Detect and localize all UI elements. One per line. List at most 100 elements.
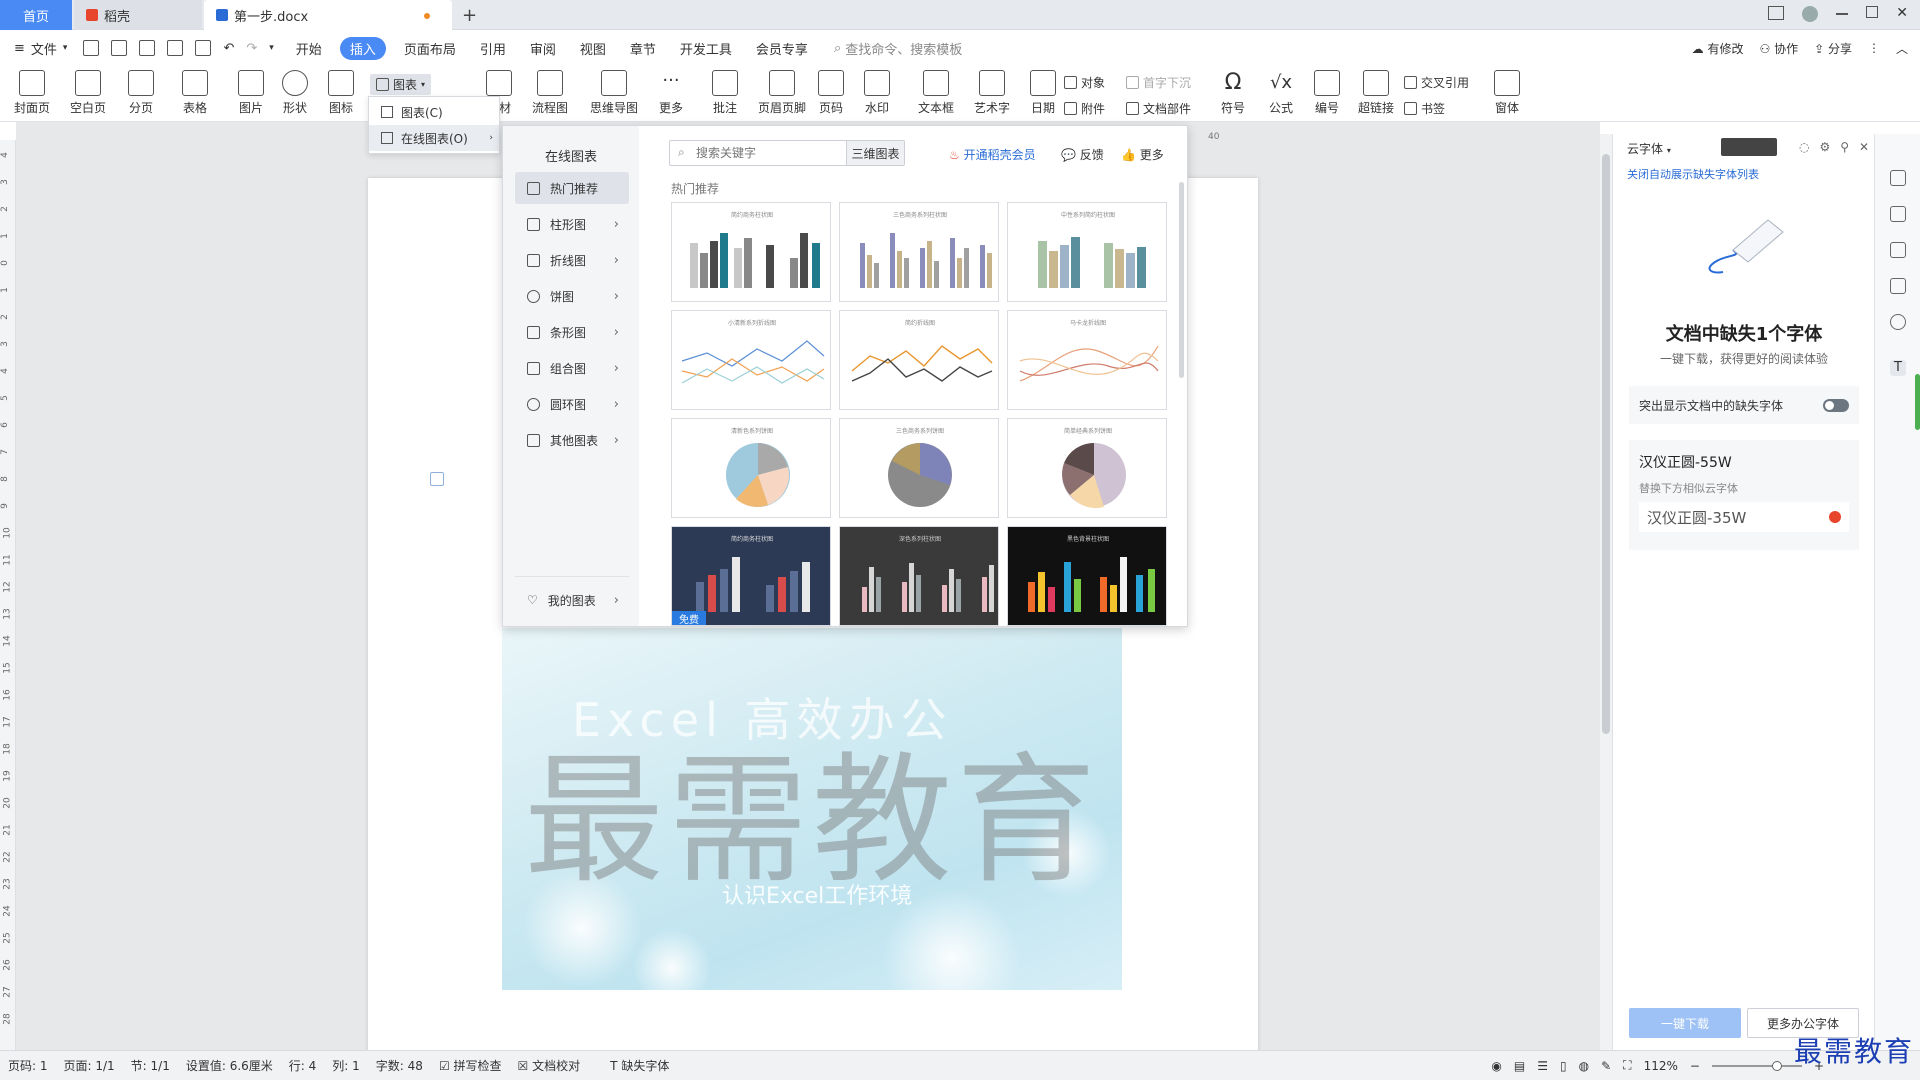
status-word-count[interactable]: 字数: 48 (368, 1057, 431, 1074)
collaborate-button[interactable]: ⚇ 协作 (1759, 40, 1798, 57)
menu-start[interactable]: 开始 (284, 39, 334, 58)
close-icon[interactable]: ✕ (1896, 6, 1908, 22)
category-bar[interactable]: 条形图 › (515, 316, 629, 348)
chart-template-thumbnail[interactable]: 中性系列简约柱状图 (1007, 202, 1167, 302)
panel-scrollbar[interactable] (1179, 182, 1184, 378)
document-scrollbar[interactable] (1600, 134, 1612, 1050)
status-setting-value[interactable]: 设置值: 6.6厘米 (178, 1057, 281, 1074)
bookmark-button[interactable]: 书签 (1404, 100, 1445, 117)
status-column[interactable]: 列: 1 (324, 1057, 368, 1074)
chart-template-thumbnail[interactable]: 马卡龙折线图 (1007, 310, 1167, 410)
category-pie[interactable]: 饼图 › (515, 280, 629, 312)
numbering-button[interactable]: 编号 (1314, 70, 1340, 116)
category-hot[interactable]: 热门推荐 (515, 172, 629, 204)
chart-template-thumbnail[interactable]: 简约商务柱状图 免费 (671, 526, 831, 626)
preview-icon[interactable] (195, 40, 212, 56)
watermark-button[interactable]: 水印 (864, 70, 890, 116)
close-icon[interactable]: ✕ (1859, 140, 1869, 154)
my-charts[interactable]: ♡ 我的图表 › (515, 584, 629, 616)
download-all-button[interactable]: 一键下载 (1629, 1008, 1741, 1038)
chart-template-thumbnail[interactable]: 简单经典系列饼图 (1007, 418, 1167, 518)
wordart-button[interactable]: 艺术字 (974, 70, 1010, 116)
doc-proofread-button[interactable]: ☒ 文档校对 (510, 1057, 589, 1074)
cover-image[interactable]: Excel 高效办公 最需教育 认识Excel工作环境 (502, 628, 1122, 990)
more-vertical-icon[interactable]: ⋮ (1868, 41, 1880, 55)
menu-section[interactable]: 章节 (618, 39, 668, 58)
gear-icon[interactable]: ⚙ (1819, 140, 1830, 154)
menu-page-layout[interactable]: 页面布局 (392, 39, 468, 58)
tab-home[interactable]: 首页 (0, 0, 72, 30)
tab-document[interactable]: 第一步.docx (204, 0, 452, 30)
replacement-font-option[interactable]: 汉仪正圆-35W (1639, 502, 1849, 532)
form-button[interactable]: 窗体 (1494, 70, 1520, 116)
sliders-icon[interactable] (1890, 278, 1906, 294)
feedback-button[interactable]: 💬 反馈 (1061, 146, 1104, 163)
scrollbar-thumb[interactable] (1602, 154, 1610, 734)
chart-button[interactable]: 图表 ▾ (370, 74, 432, 95)
share-button[interactable]: ⇪ 分享 (1814, 40, 1852, 57)
status-section[interactable]: 节: 1/1 (123, 1057, 178, 1074)
chart-template-thumbnail[interactable]: 三色商务系列柱状图 (839, 202, 999, 302)
mindmap-button[interactable]: 思维导图 (590, 70, 638, 116)
category-other[interactable]: 其他图表 › (515, 424, 629, 456)
new-doc-icon[interactable] (83, 40, 100, 56)
tab-daoke[interactable]: 稻壳 (74, 0, 202, 30)
date-button[interactable]: 日期 (1030, 70, 1056, 116)
drop-cap-button[interactable]: 首字下沉 (1126, 74, 1191, 91)
minimize-icon[interactable] (1836, 13, 1849, 15)
panel-more-button[interactable]: 👍 更多 (1121, 146, 1164, 163)
category-combo[interactable]: 组合图 › (515, 352, 629, 384)
doc-parts-button[interactable]: 文档部件 (1126, 100, 1191, 117)
hyperlink-button[interactable]: 超链接 (1358, 70, 1394, 116)
header-footer-button[interactable]: 页眉页脚 (758, 70, 806, 116)
vip-button[interactable]: ♨ 开通稻壳会员 (949, 146, 1036, 163)
cross-reference-button[interactable]: 交叉引用 (1404, 74, 1469, 91)
pin-icon[interactable]: ⚲ (1840, 140, 1849, 154)
eye-icon[interactable]: ◉ (1491, 1059, 1501, 1073)
menu-view[interactable]: 视图 (568, 39, 618, 58)
picture-button[interactable]: 图片 (238, 70, 264, 116)
cover-page-button[interactable]: 封面页 (14, 70, 50, 116)
help-icon[interactable] (1890, 314, 1906, 330)
menu-developer[interactable]: 开发工具 (668, 39, 744, 58)
menu-member[interactable]: 会员专享 (744, 39, 820, 58)
avatar[interactable] (1802, 6, 1819, 22)
page-view-icon[interactable]: ▤ (1514, 1059, 1525, 1073)
new-tab-button[interactable]: + (462, 5, 477, 26)
chart-template-thumbnail[interactable]: 简约商务柱状图 (671, 202, 831, 302)
chart-template-thumbnail[interactable]: 清新色系列饼图 (671, 418, 831, 518)
page-number-button[interactable]: 页码 (818, 70, 844, 116)
command-search[interactable]: ⌕ 查找命令、搜索模板 (834, 39, 962, 58)
zoom-level[interactable]: 112% (1644, 1059, 1678, 1073)
layout-icon[interactable] (1768, 6, 1785, 20)
highlight-missing-toggle[interactable] (1823, 398, 1849, 412)
shape-button[interactable]: 形状 (282, 70, 308, 116)
sogou-ime-badge[interactable] (1721, 138, 1777, 156)
cloud-font-header[interactable]: 云字体 ▾ (1627, 140, 1671, 157)
save-icon[interactable] (111, 40, 128, 56)
menu-item-online-chart[interactable]: 在线图表(O) › (369, 125, 499, 151)
zoom-slider[interactable] (1711, 1060, 1802, 1071)
pen-icon[interactable] (1890, 206, 1906, 222)
zoom-out-icon[interactable]: − (1690, 1059, 1700, 1073)
collapse-ribbon-icon[interactable]: ︿ (1896, 40, 1908, 57)
has-changes-button[interactable]: ☁ 有修改 (1692, 40, 1744, 57)
chart-template-thumbnail[interactable]: 小清新系列折线图 (671, 310, 831, 410)
symbol-button[interactable]: Ω 符号 (1220, 70, 1246, 116)
customize-icon[interactable]: ▾ (269, 43, 274, 53)
table-button[interactable]: 表格 (182, 70, 208, 116)
print-icon[interactable] (167, 40, 184, 56)
edit-pen-icon[interactable]: ✎ (1601, 1059, 1611, 1073)
chat-icon[interactable]: ◌ (1799, 140, 1809, 154)
status-page[interactable]: 页面: 1/1 (56, 1057, 123, 1074)
comment-button[interactable]: 批注 (712, 70, 738, 116)
three-d-chart-button[interactable]: 三维图表 (846, 141, 904, 165)
file-menu[interactable]: ≡ 文件 ▾ (0, 39, 77, 58)
object-button[interactable]: 对象 (1064, 74, 1105, 91)
textbox-button[interactable]: 文本框 (918, 70, 954, 116)
outline-view-icon[interactable]: ☰ (1537, 1059, 1548, 1073)
flowchart-button[interactable]: 流程图 (532, 70, 568, 116)
blank-page-button[interactable]: 空白页 (70, 70, 106, 116)
menu-review[interactable]: 审阅 (518, 39, 568, 58)
restore-icon[interactable] (1866, 6, 1879, 18)
